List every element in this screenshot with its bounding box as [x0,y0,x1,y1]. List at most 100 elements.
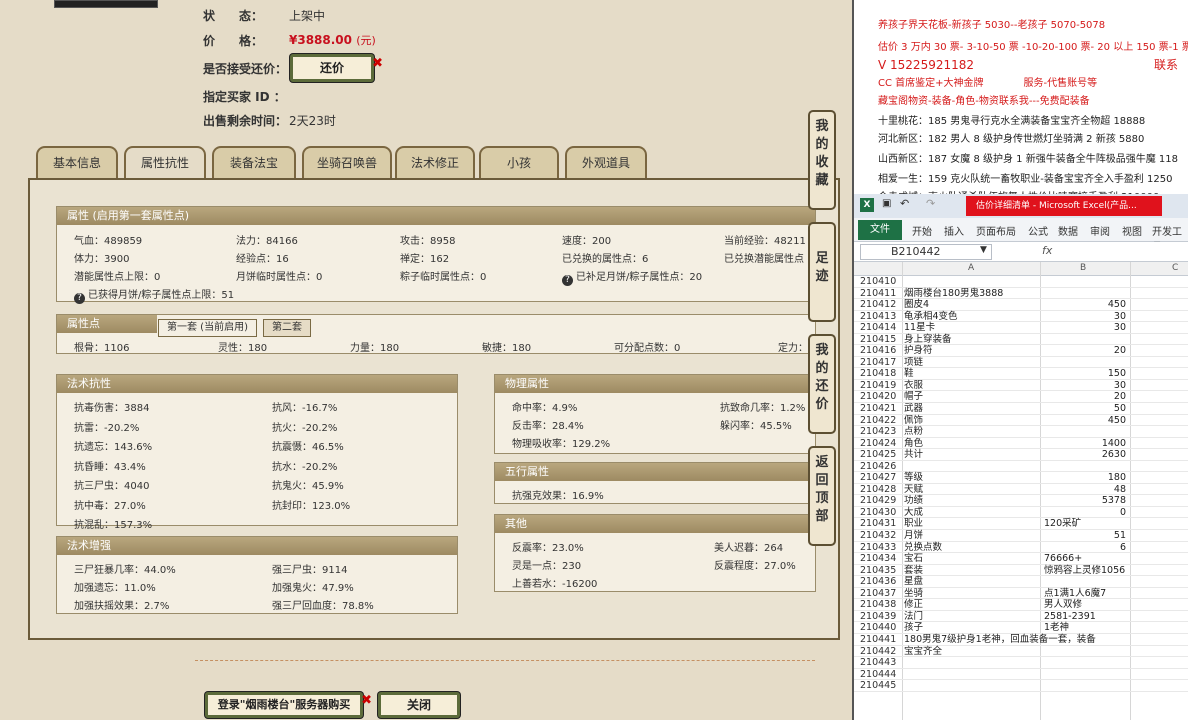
row-number[interactable]: 210414 [860,322,902,334]
column-a-header[interactable]: A [968,263,974,273]
cell-a[interactable]: 法门 [904,611,1040,623]
row-number[interactable]: 210427 [860,472,902,484]
cell-b[interactable]: 1老神 [1044,622,1184,634]
row-number[interactable]: 210417 [860,357,902,369]
cell-a[interactable]: 角色 [904,438,1040,450]
row-number[interactable]: 210433 [860,542,902,554]
row-number[interactable]: 210411 [860,288,902,300]
tab-equipment[interactable]: 装备法宝 [212,146,296,178]
ribbon-tab-insert[interactable]: 插入 [944,223,964,238]
points-tab-set-one[interactable]: 第一套 (当前启用) [158,319,257,337]
row-number[interactable]: 210415 [860,334,902,346]
row-number[interactable]: 210410 [860,276,902,288]
cell-a[interactable]: 衣服 [904,380,1040,392]
cell-a[interactable]: 鞋 [904,368,1040,380]
counter-offer-button[interactable]: 还价 ✖ [290,54,383,82]
tab-spell-fix[interactable]: 法术修正 [395,146,475,178]
row-number[interactable]: 210416 [860,345,902,357]
cell-b[interactable]: 450 [1042,299,1126,311]
row-number[interactable]: 210418 [860,368,902,380]
cell-b[interactable]: 30 [1042,322,1126,334]
cell-b[interactable]: 2581-2391 [1044,611,1184,623]
name-box[interactable]: B210442 [860,244,992,260]
save-icon[interactable]: ▣ [882,198,891,209]
row-number[interactable]: 210425 [860,449,902,461]
row-number[interactable]: 210443 [860,657,902,669]
row-number[interactable]: 210444 [860,669,902,681]
cell-b[interactable]: 2630 [1042,449,1126,461]
row-number[interactable]: 210421 [860,403,902,415]
ribbon-tab-review[interactable]: 审阅 [1090,223,1110,238]
cell-a[interactable]: 大成 [904,507,1040,519]
tab-appearance[interactable]: 外观道具 [565,146,647,178]
tab-mounts-pets[interactable]: 坐骑召唤兽 [302,146,392,178]
cell-a[interactable]: 宝石 [904,553,1040,565]
cell-a[interactable]: 龟承相4变色 [904,311,1040,323]
cell-a[interactable]: 天赋 [904,484,1040,496]
my-counter-offers-button[interactable]: 我的还价 [808,334,836,434]
close-button[interactable]: 关闭 [378,692,460,718]
cell-a[interactable]: 等级 [904,472,1040,484]
cell-b[interactable]: 惊鸦容上灵修1056 [1044,565,1184,577]
ribbon-tab-page-layout[interactable]: 页面布局 [976,223,1016,238]
my-favorites-button[interactable]: 我的收藏 [808,110,836,210]
cell-b[interactable]: 450 [1042,415,1126,427]
cell-b[interactable]: 180 [1042,472,1126,484]
cell-a[interactable]: 11星卡 [904,322,1040,334]
row-number[interactable]: 210440 [860,622,902,634]
cell-a[interactable]: 圈皮4 [904,299,1040,311]
cell-b[interactable]: 150 [1042,368,1126,380]
row-number[interactable]: 210436 [860,576,902,588]
cell-a[interactable]: 180男鬼7级护身1老神，回血装备一套，装备 [904,634,1096,646]
cell-a[interactable]: 武器 [904,403,1040,415]
cell-a[interactable]: 孩子 [904,622,1040,634]
tab-attributes[interactable]: 属性抗性 [124,146,206,178]
tab-child[interactable]: 小孩 [479,146,559,178]
row-number[interactable]: 210437 [860,588,902,600]
row-number[interactable]: 210435 [860,565,902,577]
cell-a[interactable]: 护身符 [904,345,1040,357]
cell-a[interactable]: 共计 [904,449,1040,461]
ribbon-tab-home[interactable]: 开始 [912,223,932,238]
cell-b[interactable]: 30 [1042,380,1126,392]
ribbon-tab-view[interactable]: 视图 [1122,223,1142,238]
undo-icon[interactable]: ↶ [900,197,909,210]
cell-a[interactable]: 佩饰 [904,415,1040,427]
cell-b[interactable]: 30 [1042,311,1126,323]
cell-b[interactable]: 120采矿 [1044,518,1184,530]
cell-a[interactable]: 星盘 [904,576,1040,588]
row-number[interactable]: 210439 [860,611,902,623]
cell-b[interactable]: 20 [1042,345,1126,357]
function-icon[interactable]: fx [1042,244,1052,257]
cell-b[interactable]: 20 [1042,391,1126,403]
column-b-header[interactable]: B [1080,263,1086,273]
row-number[interactable]: 210412 [860,299,902,311]
row-number[interactable]: 210423 [860,426,902,438]
cell-a[interactable]: 点粉 [904,426,1040,438]
cell-b[interactable]: 点1满1人6魔7 [1044,588,1184,600]
cell-b[interactable]: 5378 [1042,495,1126,507]
cell-a[interactable]: 修正 [904,599,1040,611]
row-number[interactable]: 210422 [860,415,902,427]
row-number[interactable]: 210426 [860,461,902,473]
row-number[interactable]: 210420 [860,391,902,403]
points-tab-set-two[interactable]: 第二套 [263,319,311,337]
row-number[interactable]: 210441 [860,634,902,646]
cell-b[interactable]: 0 [1042,507,1126,519]
row-number[interactable]: 210432 [860,530,902,542]
footprints-button[interactable]: 足迹 [808,222,836,322]
cell-b[interactable]: 1400 [1042,438,1126,450]
cell-a[interactable]: 身上穿装备 [904,334,1040,346]
row-number[interactable]: 210419 [860,380,902,392]
row-number[interactable]: 210429 [860,495,902,507]
cell-a[interactable]: 套装 [904,565,1040,577]
row-number[interactable]: 210428 [860,484,902,496]
row-number[interactable]: 210431 [860,518,902,530]
row-number[interactable]: 210434 [860,553,902,565]
cell-a[interactable]: 宝宝齐全 [904,646,1040,658]
cell-a[interactable]: 项链 [904,357,1040,369]
ribbon-tab-file[interactable]: 文件 [858,220,902,240]
cell-a[interactable]: 月饼 [904,530,1040,542]
row-number[interactable]: 210442 [860,646,902,658]
login-purchase-button[interactable]: 登录"烟雨楼台"服务器购买 ✖ [205,692,372,718]
